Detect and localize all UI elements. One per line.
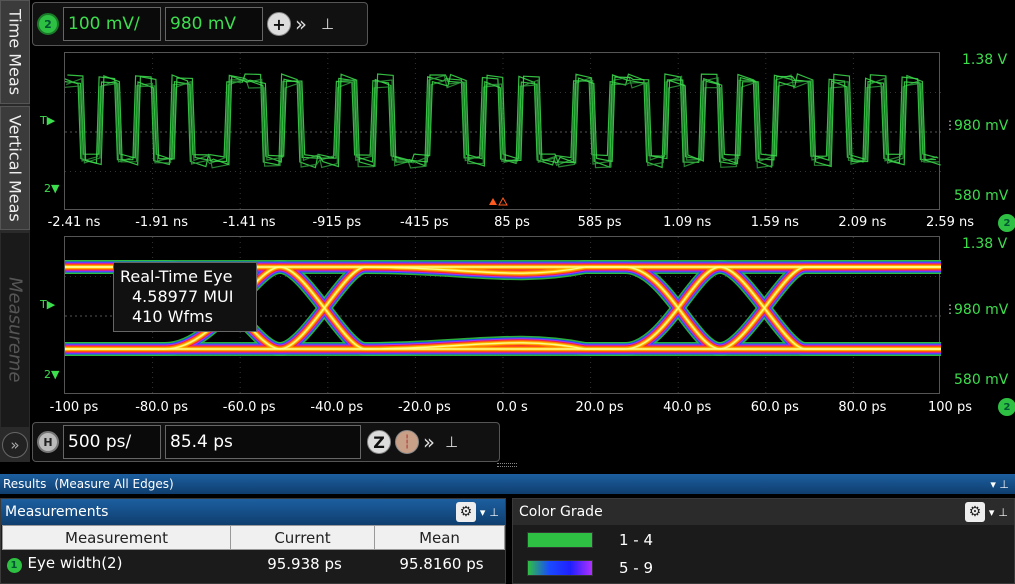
results-header: Results (Measure All Edges) ▾ ⊥ <box>0 474 1015 494</box>
tab-measurements[interactable]: Measureme <box>0 232 30 428</box>
color-grade-title: Color Grade <box>519 504 603 520</box>
bottom-x-tick-label: 100 ps <box>928 400 972 415</box>
double-chevron-icon[interactable]: ›› <box>295 12 307 36</box>
top-x-tick-label: -915 ps <box>312 215 362 230</box>
panel-menu-icon[interactable]: ▾ <box>480 506 486 519</box>
top-x-tick-label: -1.41 ns <box>222 215 276 230</box>
panel-menu-icon-color[interactable]: ▾ <box>989 506 995 519</box>
results-menu-icon[interactable]: ▾ ⊥ <box>990 478 1009 491</box>
waveform-svg <box>65 53 941 211</box>
bottom-x-tick-label: 40.0 ps <box>663 400 712 415</box>
col-measurement[interactable]: Measurement <box>2 525 231 550</box>
top-x-tick-label: -2.41 ns <box>47 215 101 230</box>
add-icon[interactable]: + <box>267 12 291 36</box>
top-y-label-min: 580 mV <box>954 188 1009 204</box>
channel-ground-marker-eye[interactable]: 2▼ <box>44 368 59 381</box>
pin-icon-panel[interactable]: ⊥ <box>489 506 499 519</box>
gear-icon[interactable]: ⚙ <box>455 502 476 522</box>
table-row[interactable]: 1 Eye width(2) 95.938 ps 95.8160 ps <box>3 550 505 578</box>
grade-range: 1 - 4 <box>619 531 654 549</box>
results-mode: (Measure All Edges) <box>54 477 174 491</box>
double-chevron-icon-bottom[interactable]: ›› <box>423 430 435 454</box>
channel-ground-marker[interactable]: 2▼ <box>44 182 59 195</box>
top-x-tick-label: -1.91 ns <box>135 215 188 230</box>
vertical-scale-field[interactable]: 100 mV/ <box>63 7 161 41</box>
measurement-mean: 95.8160 ps <box>399 554 484 573</box>
horizontal-position-field[interactable]: 85.4 ps <box>165 425 361 459</box>
tab-time-meas[interactable]: Time Meas <box>0 0 30 104</box>
gear-icon-color-grade[interactable]: ⚙ <box>964 502 985 522</box>
color-swatch-gradient <box>527 560 593 576</box>
eye-label-title: Real-Time Eye <box>120 267 233 286</box>
bottom-channel-end-badge[interactable]: 2 <box>998 398 1015 416</box>
pin-icon-color[interactable]: ⊥ <box>998 506 1008 519</box>
top-x-tick-label: 2.59 ns <box>925 215 975 230</box>
top-x-tick-label: -415 ps <box>400 215 449 230</box>
cursor-icon[interactable]: ┆ <box>395 430 419 454</box>
bottom-y-label-mid: 980 mV <box>954 302 1009 318</box>
bottom-x-tick-label: 0.0 s <box>496 400 528 415</box>
color-grade-header: Color Grade ⚙ ▾ ⊥ <box>513 499 1014 525</box>
measurements-header: Measurements ⚙ ▾ ⊥ <box>1 499 505 525</box>
resize-handle[interactable] <box>497 463 517 467</box>
eye-info-label: Real-Time Eye 4.58977 MUI 410 Wfms <box>113 262 257 332</box>
horizontal-badge[interactable]: H <box>37 431 59 453</box>
measurement-current: 95.938 ps <box>267 554 342 573</box>
bottom-x-tick-label: -100 ps <box>49 400 99 415</box>
measurement-name: Eye width(2) <box>27 554 123 573</box>
top-x-tick-label: 585 ps <box>577 215 622 230</box>
pin-icon[interactable]: ⊥ <box>321 15 334 33</box>
top-x-axis: -2.41 ns -1.91 ns -1.41 ns -915 ps -415 ps 85… <box>30 215 975 233</box>
measurements-panel: Measurements ⚙ ▾ ⊥ Measurement Current M… <box>0 498 506 584</box>
color-grade-row: 1 - 4 <box>527 531 653 549</box>
grade-range: 5 - 9 <box>619 559 654 577</box>
bottom-x-tick-label: -80.0 ps <box>135 400 188 415</box>
bottom-x-tick-label: -40.0 ps <box>310 400 364 415</box>
channel-badge[interactable]: 2 <box>37 13 59 35</box>
pin-icon-bottom[interactable]: ⊥ <box>445 433 458 451</box>
bottom-x-tick-label: -20.0 ps <box>397 400 451 415</box>
zoom-icon[interactable]: Z <box>367 430 391 454</box>
top-x-tick-label: 1.09 ns <box>663 215 712 230</box>
horizontal-scale-field[interactable]: 500 ps/ <box>63 425 161 459</box>
bottom-y-label-max: 1.38 V <box>962 236 1008 252</box>
bottom-x-tick-label: 20.0 ps <box>575 400 624 415</box>
bottom-x-tick-label: 60.0 ps <box>750 400 799 415</box>
trigger-marker-eye[interactable]: T▶ <box>40 298 55 311</box>
color-grade-row: 5 - 9 <box>527 559 653 577</box>
measurements-title: Measurements <box>5 504 109 520</box>
top-x-tick-label: 85 ps <box>494 215 530 230</box>
horizontal-control-bar: H 500 ps/ 85.4 ps Z ┆ ›› ⊥ <box>32 422 500 462</box>
bottom-y-label-min: 580 mV <box>954 372 1009 388</box>
color-grade-panel: Color Grade ⚙ ▾ ⊥ 1 - 4 5 - 9 <box>512 498 1015 584</box>
col-current[interactable]: Current <box>230 525 375 550</box>
eye-label-wfms: 410 Wfms <box>132 307 213 326</box>
bottom-x-tick-label: 80.0 ps <box>838 400 887 415</box>
measurements-table: Measurement Current Mean 1 Eye width(2) 9… <box>2 525 505 578</box>
bottom-x-axis: -100 ps -80.0 ps -60.0 ps -40.0 ps -20.0 ps 0… <box>30 400 975 418</box>
top-x-tick-label: 1.59 ns <box>750 215 799 230</box>
top-channel-end-badge[interactable]: 2 <box>998 214 1015 232</box>
eye-label-mui: 4.58977 MUI <box>132 287 234 306</box>
color-swatch-green <box>527 532 593 548</box>
vertical-offset-field[interactable]: 980 mV <box>165 7 263 41</box>
top-x-tick-label: 2.09 ns <box>838 215 887 230</box>
expand-chevron-icon[interactable]: » <box>2 432 28 458</box>
vertical-control-bar: 2 100 mV/ 980 mV + ›› ⊥ <box>32 2 368 46</box>
measurement-index-badge: 1 <box>6 558 22 574</box>
waveform-plot[interactable] <box>64 52 941 211</box>
vertical-tab-strip: Time Meas Vertical Meas Measureme » <box>0 0 30 462</box>
top-y-label-mid: 980 mV <box>954 118 1009 134</box>
results-title: Results <box>3 477 47 491</box>
col-mean[interactable]: Mean <box>374 525 505 550</box>
bottom-x-tick-label: -60.0 ps <box>222 400 276 415</box>
tab-vertical-meas[interactable]: Vertical Meas <box>0 106 30 230</box>
top-y-label-max: 1.38 V <box>962 52 1008 68</box>
trigger-marker[interactable]: T▶ <box>40 114 55 127</box>
